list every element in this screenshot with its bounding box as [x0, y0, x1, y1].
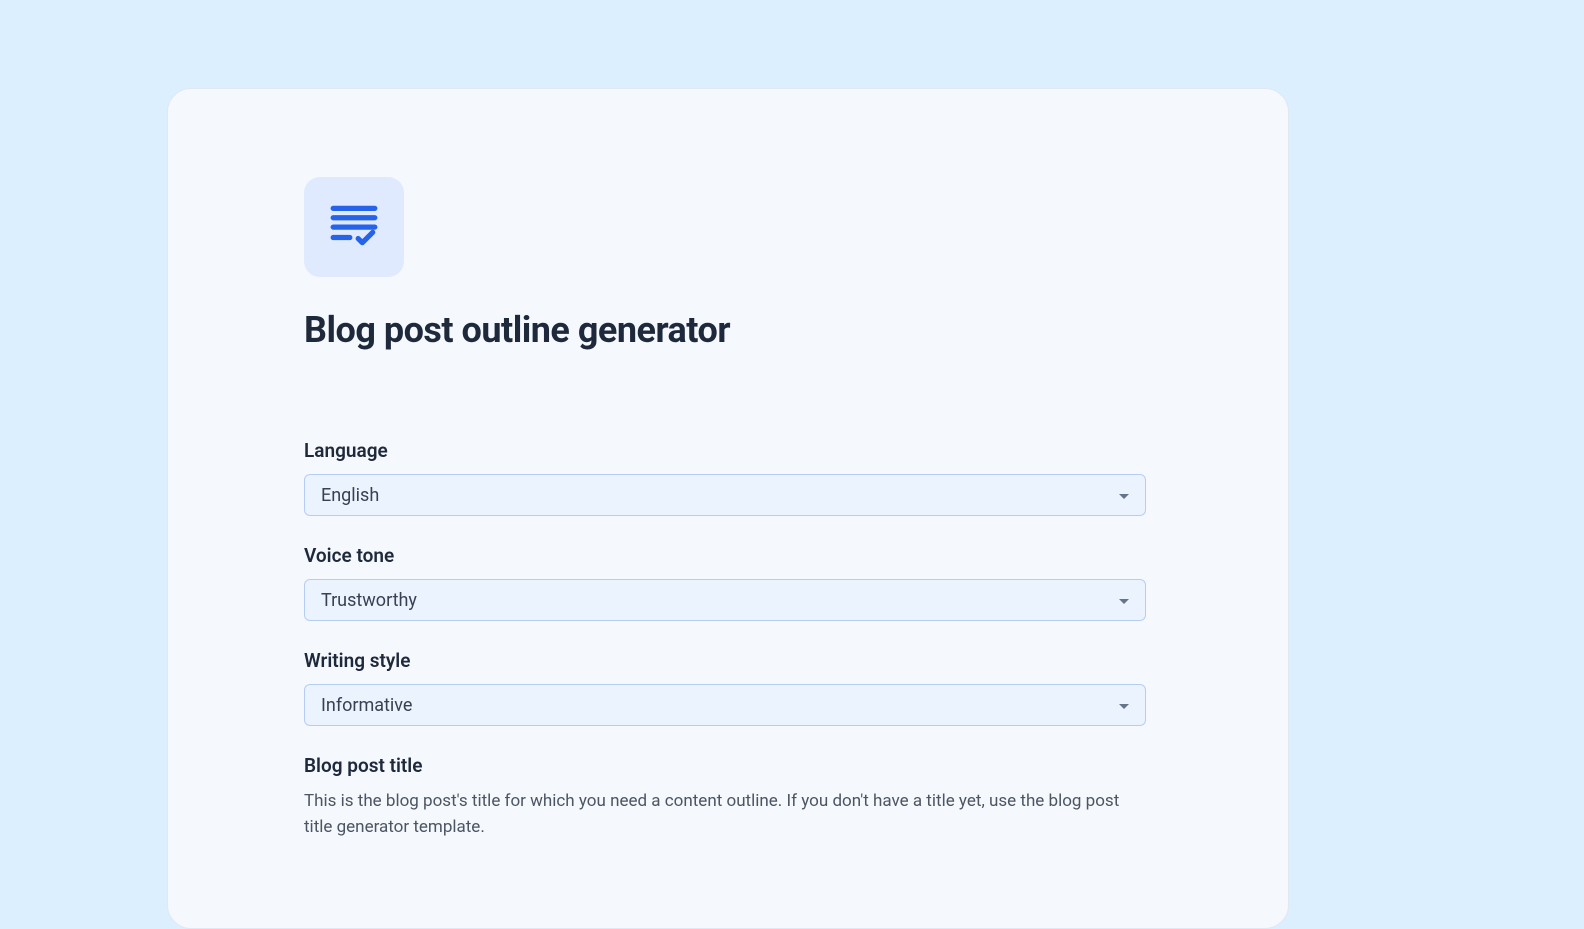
language-select-wrapper: English: [304, 474, 1146, 516]
writing-style-select-wrapper: Informative: [304, 684, 1146, 726]
writing-style-selected-value: Informative: [321, 695, 412, 716]
app-icon-container: [304, 177, 404, 277]
language-select[interactable]: English: [304, 474, 1146, 516]
voice-tone-label: Voice tone: [304, 544, 1170, 567]
language-label: Language: [304, 439, 1170, 462]
language-field: Language English: [304, 439, 1170, 516]
voice-tone-selected-value: Trustworthy: [321, 590, 417, 611]
blog-title-description: This is the blog post's title for which …: [304, 789, 1146, 840]
voice-tone-select[interactable]: Trustworthy: [304, 579, 1146, 621]
writing-style-field: Writing style Informative: [304, 649, 1170, 726]
generator-card: Blog post outline generator Language Eng…: [167, 88, 1289, 929]
blog-title-field: Blog post title This is the blog post's …: [304, 754, 1170, 840]
outline-checklist-icon: [329, 200, 379, 254]
voice-tone-field: Voice tone Trustworthy: [304, 544, 1170, 621]
voice-tone-select-wrapper: Trustworthy: [304, 579, 1146, 621]
blog-title-label: Blog post title: [304, 754, 1170, 777]
language-selected-value: English: [321, 485, 379, 506]
writing-style-select[interactable]: Informative: [304, 684, 1146, 726]
writing-style-label: Writing style: [304, 649, 1170, 672]
page-title: Blog post outline generator: [304, 309, 1170, 351]
